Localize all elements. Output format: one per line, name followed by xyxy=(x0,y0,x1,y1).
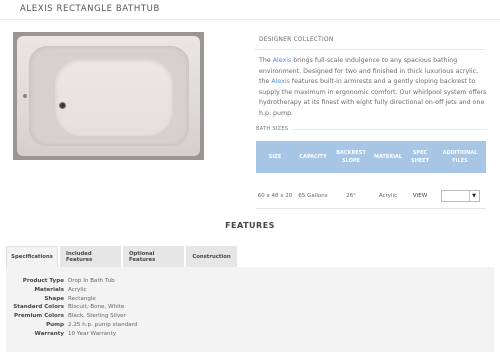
tub-overflow xyxy=(23,94,27,98)
header-spec-sheet: SPEC SHEET xyxy=(406,141,434,173)
tub-drain xyxy=(59,102,66,109)
spec-key: Pump xyxy=(46,321,64,328)
product-image[interactable] xyxy=(13,32,204,160)
tub-basin xyxy=(55,58,173,136)
spec-row: Shape Rectangle xyxy=(6,295,206,304)
title-divider xyxy=(0,19,500,20)
tab-specifications[interactable]: Specifications xyxy=(6,246,58,267)
tab-included-features[interactable]: Included Features xyxy=(60,246,121,267)
table-spacer xyxy=(256,173,486,184)
feature-tabs: Specifications Included Features Optiona… xyxy=(6,246,239,267)
spec-list: Product Type Drop In Bath Tub Materials Ac… xyxy=(6,277,206,339)
description-highlight-1: Alexis xyxy=(272,57,292,64)
bath-sizes-label: BATH SIZES xyxy=(256,126,293,132)
spec-row: Product Type Drop In Bath Tub xyxy=(6,277,206,286)
cell-capacity: 65 Gallons xyxy=(294,184,332,209)
spec-row: Standard Colors Biscuit, Bone, White xyxy=(6,303,206,312)
header-capacity: CAPACITY xyxy=(294,141,332,173)
spec-key: Product Type xyxy=(22,278,64,284)
spec-value: 10 Year Warranty xyxy=(68,330,117,337)
spec-row: Materials Acrylic xyxy=(6,286,206,295)
spec-sheet-link[interactable]: VIEW xyxy=(406,184,434,209)
header-backrest-slope: BACKREST SLOPE xyxy=(332,141,370,173)
cell-slope: 26° xyxy=(332,184,370,209)
spec-key: Materials xyxy=(34,286,64,293)
spec-value: Rectangle xyxy=(68,295,96,302)
product-description: The Alexis brings full-scale indulgence … xyxy=(259,56,487,119)
spec-value: Biscuit, Bone, White xyxy=(68,304,125,311)
caret-down-icon: ▼ xyxy=(468,190,479,201)
spec-row: Pump 2.25 h.p. pump standard xyxy=(6,321,206,330)
spec-row: Warranty 10 Year Warranty xyxy=(6,330,206,339)
header-material: MATERIAL xyxy=(370,141,406,173)
header-size: SIZE xyxy=(256,141,294,173)
collection-label: DESIGNER COLLECTION xyxy=(259,37,334,43)
cell-material: Acrylic xyxy=(370,184,406,209)
cell-additional-files: ▼ xyxy=(434,184,486,209)
tab-optional-features[interactable]: Optional Features xyxy=(123,246,184,267)
spec-key: Standard Colors xyxy=(13,304,64,311)
tub-rim xyxy=(29,46,189,146)
tab-construction[interactable]: Construction xyxy=(186,246,237,267)
spec-key: Warranty xyxy=(34,330,64,337)
spec-value: Black, Sterling Silver xyxy=(68,313,126,320)
spec-key: Shape xyxy=(44,295,64,302)
table-header-row: SIZE CAPACITY BACKREST SLOPE MATERIAL SP… xyxy=(256,141,486,173)
spec-value: 2.25 h.p. pump standard xyxy=(68,321,138,328)
table-row: 60 x 48 x 20 65 Gallons 26° Acrylic VIEW… xyxy=(256,184,486,209)
cell-size: 60 x 48 x 20 xyxy=(256,184,294,209)
page-title: ALEXIS RECTANGLE BATHTUB xyxy=(20,4,160,14)
header-additional-files: ADDITIONAL FILES xyxy=(434,141,486,173)
description-text-3: features built-in armrests and a gently … xyxy=(259,78,487,117)
description-text-1: The xyxy=(259,57,273,64)
collection-divider xyxy=(255,49,485,50)
tub-shell xyxy=(17,36,200,156)
spec-key: Premium Colors xyxy=(14,313,64,320)
features-heading: FEATURES xyxy=(225,221,275,230)
spec-value: Drop In Bath Tub xyxy=(68,278,115,284)
description-highlight-2: Alexis xyxy=(271,78,290,85)
spec-value: Acrylic xyxy=(68,286,87,293)
bath-sizes-table: SIZE CAPACITY BACKREST SLOPE MATERIAL SP… xyxy=(256,141,486,209)
additional-files-select[interactable]: ▼ xyxy=(440,189,480,202)
spec-row: Premium Colors Black, Sterling Silver xyxy=(6,312,206,321)
